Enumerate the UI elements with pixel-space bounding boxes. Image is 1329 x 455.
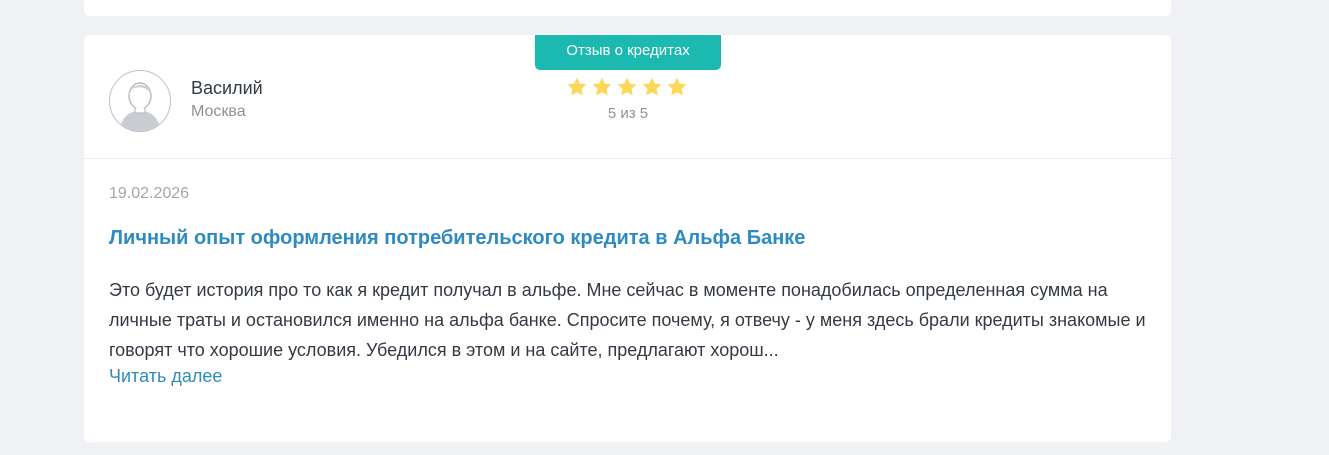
author-name: Василий	[191, 78, 263, 98]
star-icon	[567, 77, 587, 96]
review-date: 19.02.2026	[109, 185, 190, 202]
rating-text: 5 из 5	[607, 105, 649, 122]
review-card: Отзыв о кредитах Василий Москва 5 из 5 1…	[84, 35, 1171, 442]
user-avatar-icon	[109, 70, 171, 132]
read-more-link[interactable]: Читать далее	[109, 366, 222, 387]
star-icon	[667, 77, 687, 96]
rating-stars	[566, 76, 688, 98]
star-icon	[617, 77, 637, 96]
header-divider	[84, 158, 1171, 159]
author-city: Москва	[191, 103, 246, 120]
review-text: Это будет история про то как я кредит по…	[109, 280, 1146, 360]
star-icon	[592, 77, 612, 96]
review-category-badge: Отзыв о кредитах	[535, 35, 721, 70]
star-icon	[642, 77, 662, 96]
review-title[interactable]: Личный опыт оформления потребительского …	[109, 227, 805, 250]
previous-review-card	[84, 0, 1171, 16]
